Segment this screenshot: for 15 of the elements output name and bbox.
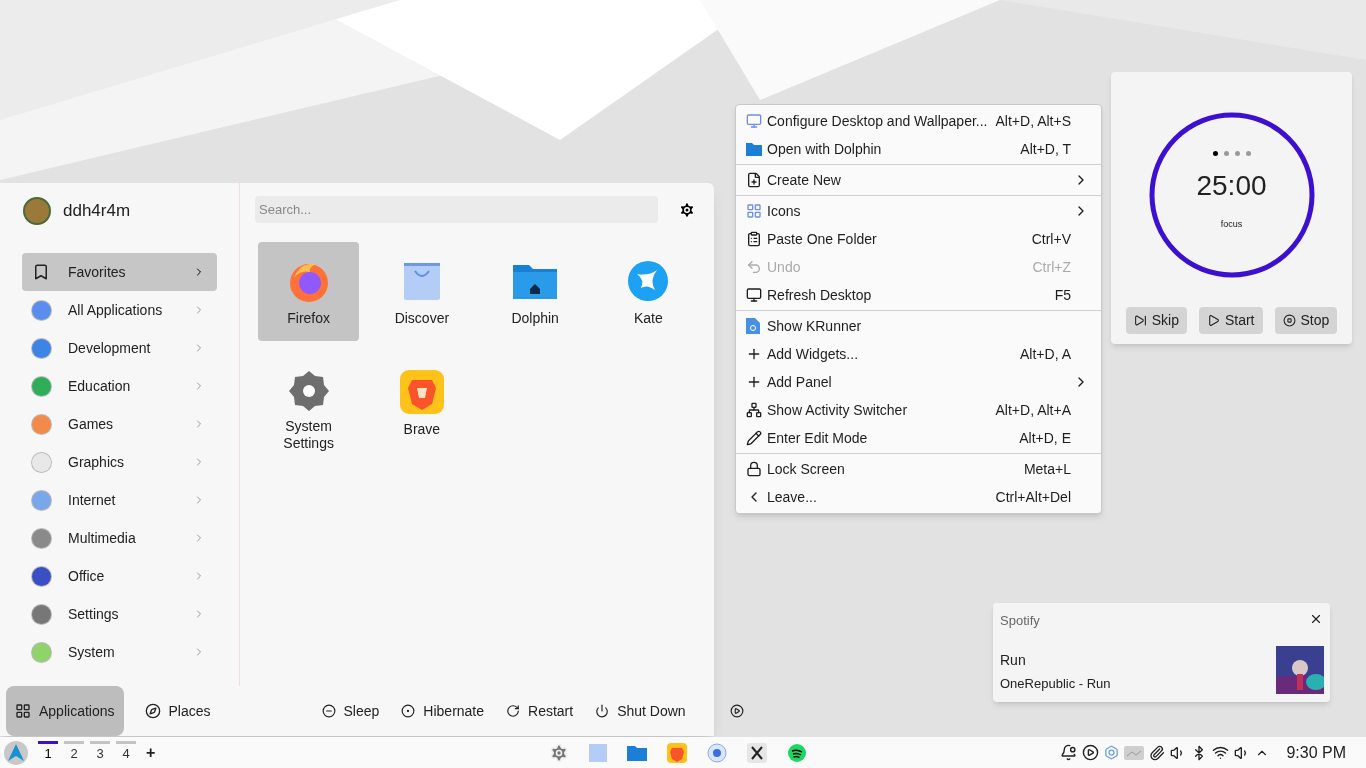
desktop-tab[interactable]: 3: [90, 740, 110, 765]
music-logo-icon[interactable]: [786, 742, 807, 763]
clock[interactable]: 9:30 PM: [1286, 740, 1346, 765]
desktop-tab[interactable]: 2: [64, 740, 84, 765]
circle-logo-icon[interactable]: [706, 742, 727, 763]
bell-icon[interactable]: [1060, 744, 1078, 761]
arch-logo-icon[interactable]: [4, 740, 28, 765]
media-icon[interactable]: [1082, 744, 1100, 761]
desktop-tab[interactable]: 1: [38, 740, 58, 765]
folder-icon[interactable]: [626, 744, 647, 761]
add-desktop-button[interactable]: +: [146, 740, 156, 765]
desktop-tab[interactable]: 4: [116, 740, 136, 765]
x-logo-icon[interactable]: [746, 742, 767, 763]
wifi-icon[interactable]: [1212, 744, 1230, 761]
gear-icon[interactable]: [548, 742, 569, 763]
